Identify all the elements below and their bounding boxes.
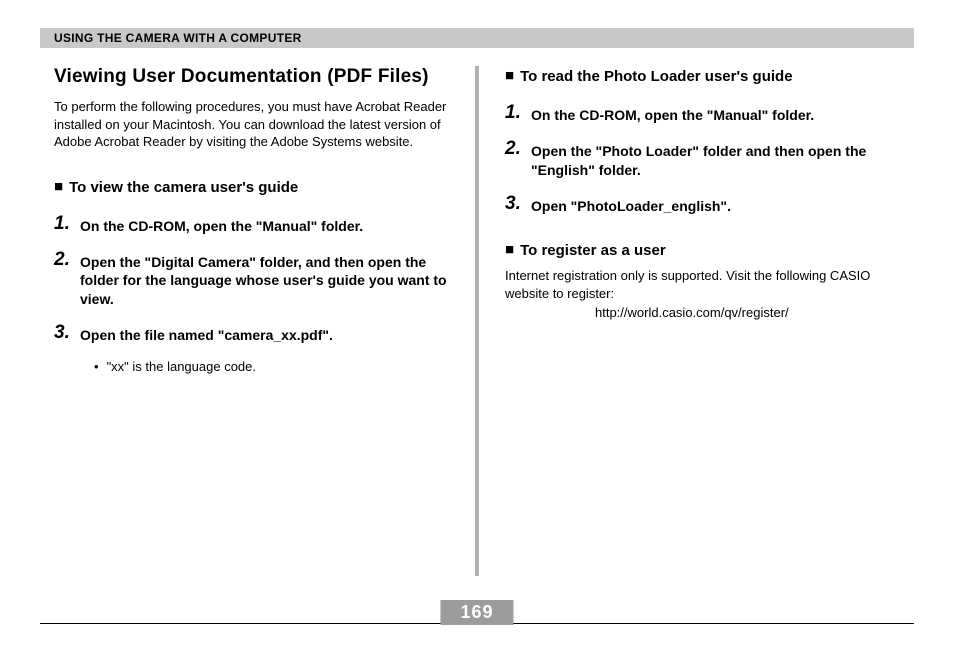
step-text: Open "PhotoLoader_english". <box>531 194 731 216</box>
step-text: Open the "Photo Loader" folder and then … <box>531 139 900 180</box>
step-text: Open the "Digital Camera" folder, and th… <box>80 250 449 310</box>
left-column: Viewing User Documentation (PDF Files) T… <box>40 66 475 576</box>
step-number: 3. <box>505 194 523 214</box>
subheading-text: To register as a user <box>520 242 666 259</box>
step-1: 1. On the CD-ROM, open the "Manual" fold… <box>54 214 449 236</box>
footer: 169 <box>40 623 914 624</box>
subheading-text: To view the camera user's guide <box>69 179 298 196</box>
square-bullet-icon: ■ <box>505 68 514 83</box>
page-number: 169 <box>440 600 513 625</box>
note-bullet: • "xx" is the language code. <box>94 359 449 374</box>
step-2: 2. Open the "Digital Camera" folder, and… <box>54 250 449 310</box>
right-column: ■ To read the Photo Loader user's guide … <box>479 66 914 576</box>
step-3: 3. Open the file named "camera_xx.pdf". <box>54 323 449 345</box>
step-text: Open the file named "camera_xx.pdf". <box>80 323 333 345</box>
step-number: 2. <box>54 250 72 270</box>
bullet-dot-icon: • <box>94 359 99 374</box>
register-text: Internet registration only is supported.… <box>505 267 900 303</box>
subheading-photo-loader-guide: ■ To read the Photo Loader user's guide <box>505 68 900 85</box>
step-1: 1. On the CD-ROM, open the "Manual" fold… <box>505 103 900 125</box>
page-title: Viewing User Documentation (PDF Files) <box>54 66 449 88</box>
step-text: On the CD-ROM, open the "Manual" folder. <box>80 214 363 236</box>
subheading-register-user: ■ To register as a user <box>505 242 900 259</box>
section-header: USING THE CAMERA WITH A COMPUTER <box>40 28 914 48</box>
step-number: 3. <box>54 323 72 343</box>
subheading-view-camera-guide: ■ To view the camera user's guide <box>54 179 449 196</box>
square-bullet-icon: ■ <box>54 179 63 194</box>
step-3: 3. Open "PhotoLoader_english". <box>505 194 900 216</box>
intro-paragraph: To perform the following procedures, you… <box>54 98 449 151</box>
step-text: On the CD-ROM, open the "Manual" folder. <box>531 103 814 125</box>
footer-rule: 169 <box>40 623 914 624</box>
subheading-text: To read the Photo Loader user's guide <box>520 68 793 85</box>
step-number: 1. <box>54 214 72 234</box>
register-url: http://world.casio.com/qv/register/ <box>595 305 900 320</box>
step-number: 1. <box>505 103 523 123</box>
note-text: "xx" is the language code. <box>107 359 256 374</box>
step-number: 2. <box>505 139 523 159</box>
square-bullet-icon: ■ <box>505 242 514 257</box>
step-2: 2. Open the "Photo Loader" folder and th… <box>505 139 900 180</box>
